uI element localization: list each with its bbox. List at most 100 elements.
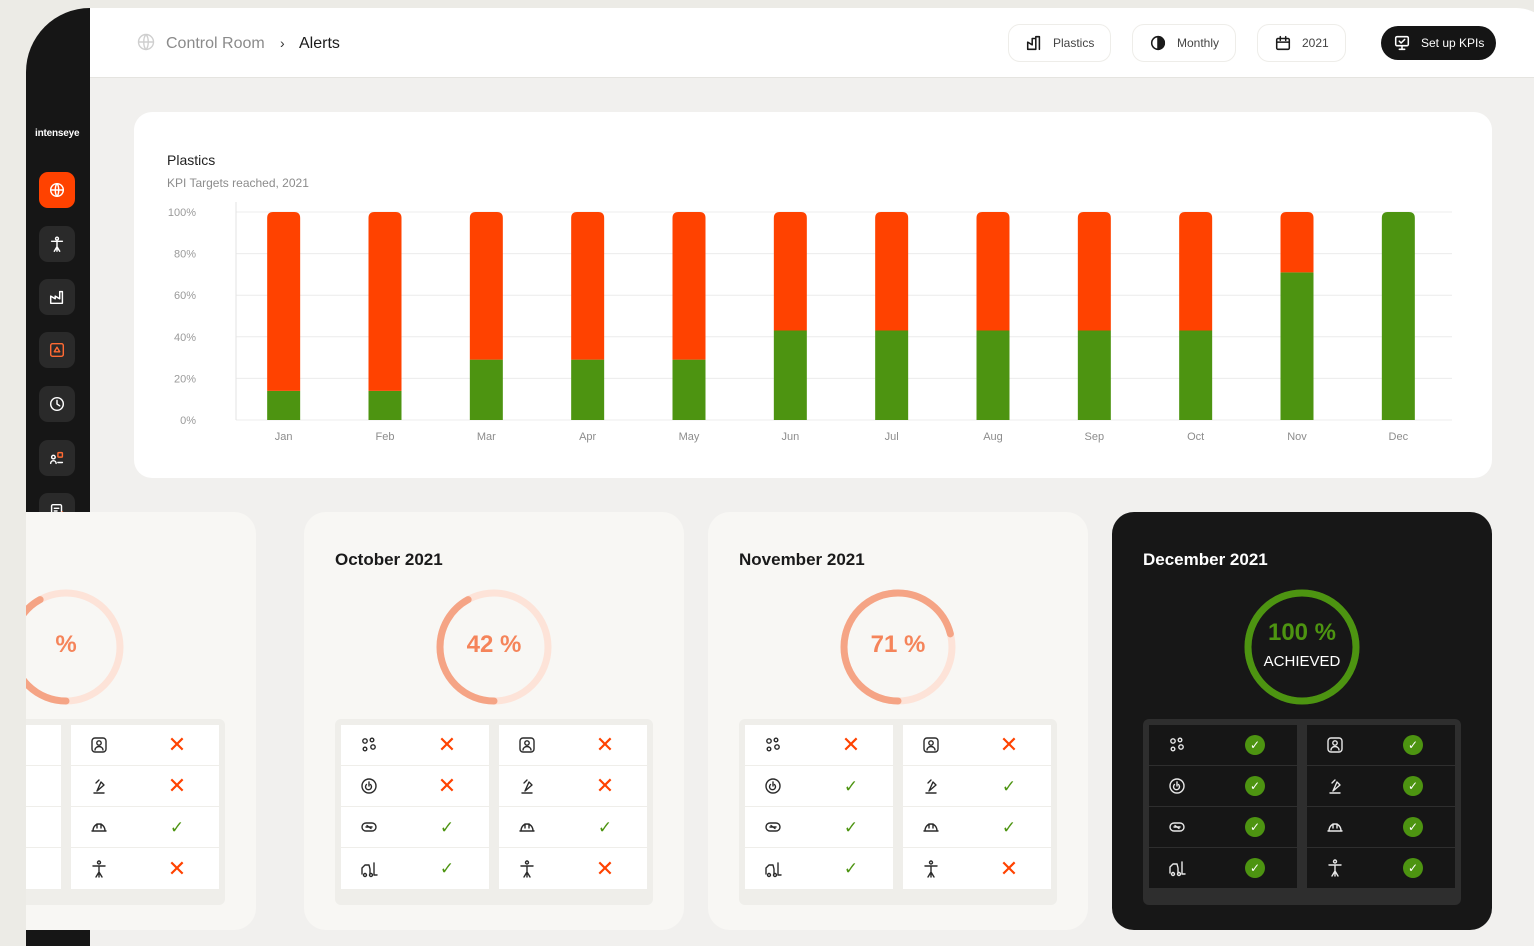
globe-icon (136, 32, 156, 52)
person-icon (50, 236, 64, 252)
check-circle-icon: ✓ (1245, 858, 1265, 878)
year-filter-button[interactable]: 2021 (1257, 24, 1346, 62)
gauge-value: % (55, 631, 77, 658)
kpi-row: ✕ (341, 766, 489, 807)
kpi-row: ✓ (1149, 807, 1297, 848)
kpi-row: ✕ (26, 725, 61, 766)
progress-gauge: % (26, 585, 128, 709)
target-icon (1169, 778, 1185, 794)
forklift-icon (1169, 861, 1186, 877)
hazard-icon (1169, 822, 1185, 832)
kpi-row: ✓ (745, 848, 893, 889)
kpi-row: ✓ (1149, 848, 1297, 889)
check-icon: ✓ (843, 817, 859, 837)
app-logo: intenseye (35, 128, 80, 139)
check-icon: ✓ (439, 859, 455, 878)
kpi-row: ✓ (1149, 725, 1297, 766)
bar-segment-apr-0 (571, 359, 605, 420)
y-tick-label: 100% (168, 207, 196, 219)
kpi-row: ✕ (745, 725, 893, 766)
app-window: intenseye Control Room › Alerts Plastics… (26, 8, 1534, 946)
period-filter-label: Monthly (1177, 36, 1220, 50)
cross-icon: ✕ (595, 732, 615, 757)
kpi-status-grid: ✕ ✕ ✓ ✕ ✕ ✕ ✓ ✕ (26, 719, 225, 905)
progress-gauge: 100 % ACHIEVED (1240, 585, 1364, 709)
forklift-icon (765, 861, 782, 877)
hazard-icon (765, 822, 781, 832)
kpi-row: ✓ (1307, 766, 1455, 807)
bar-segment-sep-0 (1077, 330, 1111, 420)
target-icon (765, 778, 781, 794)
kpi-row: ✓ (745, 766, 893, 807)
check-icon: ✓ (1001, 817, 1017, 837)
kpi-column-left: ✕ ✓ ✓ ✓ (745, 725, 893, 899)
sidebar-item-control-room[interactable] (39, 172, 75, 208)
kpi-row: ✕ (71, 766, 219, 807)
check-icon: ✓ (843, 859, 859, 878)
month-card[interactable]: December 2021 100 % ACHIEVED ✓ ✓ ✓ ✓ ✓ ✓ ✓ ✓ (1112, 512, 1492, 930)
hardhat-icon (519, 823, 535, 832)
people-group-icon (766, 737, 780, 752)
x-tick-label: Mar (477, 431, 496, 443)
sidebar-item-facilities[interactable] (39, 279, 75, 315)
bar-segment-nov-0 (1280, 272, 1314, 420)
kpi-row: ✕ (341, 725, 489, 766)
period-filter-button[interactable]: Monthly (1132, 24, 1237, 62)
bar-segment-feb-1 (368, 212, 402, 391)
x-tick-label: Jul (885, 431, 899, 443)
check-circle-icon: ✓ (1403, 776, 1423, 796)
top-bar: Control Room › Alerts Plastics Monthly 2… (90, 8, 1534, 78)
breadcrumb-root[interactable]: Control Room (166, 35, 265, 53)
people-group-icon (362, 737, 376, 752)
kpi-row: ✓ (1307, 725, 1455, 766)
check-circle-icon: ✓ (1403, 817, 1423, 837)
check-circle-icon: ✓ (1403, 735, 1423, 755)
gauge-value: 71 % (870, 631, 926, 658)
people-group-icon (1170, 737, 1184, 752)
x-tick-label: Aug (983, 431, 1003, 443)
hardhat-icon (923, 823, 939, 832)
month-card[interactable]: October 2021 42 % ✕ ✕ ✓ ✓ ✕ ✕ ✓ ✕ (304, 512, 684, 930)
bar-segment-aug-0 (976, 330, 1010, 420)
cross-icon: ✕ (999, 732, 1019, 757)
cross-icon: ✕ (999, 855, 1019, 881)
kpi-status-grid: ✕ ✕ ✓ ✓ ✕ ✕ ✓ ✕ (335, 719, 653, 905)
bar-segment-mar-1 (469, 212, 503, 360)
presentation-icon (1394, 35, 1410, 51)
y-tick-label: 40% (174, 332, 196, 344)
sidebar-item-insights[interactable] (39, 386, 75, 422)
person-badge-icon (923, 737, 939, 753)
progress-gauge: 42 % (432, 585, 556, 709)
month-card-title: October 2021 (335, 550, 443, 569)
alert-box-icon (49, 342, 65, 358)
month-card[interactable]: % ✕ ✕ ✓ ✕ ✕ ✕ ✓ ✕ (26, 512, 256, 930)
kpi-row: ✓ (341, 807, 489, 848)
y-tick-label: 0% (180, 415, 196, 427)
sidebar-item-alerts[interactable] (39, 332, 75, 368)
person-icon (520, 859, 534, 878)
kpi-row: ✕ (903, 848, 1051, 889)
x-tick-label: Dec (1389, 431, 1409, 443)
bar-segment-jul-0 (875, 330, 909, 420)
sidebar-item-users[interactable] (39, 440, 75, 476)
kpi-row: ✓ (499, 807, 647, 848)
factory-icon (1026, 35, 1041, 51)
bar-segment-jan-1 (267, 212, 301, 391)
setup-kpis-button[interactable]: Set up KPIs (1381, 26, 1497, 60)
sidebar-item-workers[interactable] (39, 226, 75, 262)
person-icon (924, 859, 938, 878)
kpi-column-left: ✕ ✕ ✓ ✓ (341, 725, 489, 899)
cross-icon: ✕ (437, 732, 457, 757)
month-card[interactable]: November 2021 71 % ✕ ✓ ✓ ✓ ✕ ✓ ✓ ✕ (708, 512, 1088, 930)
site-filter-button[interactable]: Plastics (1008, 24, 1112, 62)
hazard-icon (361, 822, 377, 832)
progress-gauge: 71 % (836, 585, 960, 709)
kpi-chart-card: Plastics KPI Targets reached, 2021 0% 20%… (134, 112, 1492, 478)
fire-extinguisher-icon (93, 779, 105, 794)
person-icon (92, 859, 106, 878)
kpi-row: ✓ (26, 807, 61, 848)
person-icon (1328, 859, 1342, 877)
cross-icon: ✕ (26, 775, 29, 797)
site-filter-label: Plastics (1053, 36, 1095, 50)
kpi-column-right: ✕ ✕ ✓ ✕ (71, 725, 219, 899)
